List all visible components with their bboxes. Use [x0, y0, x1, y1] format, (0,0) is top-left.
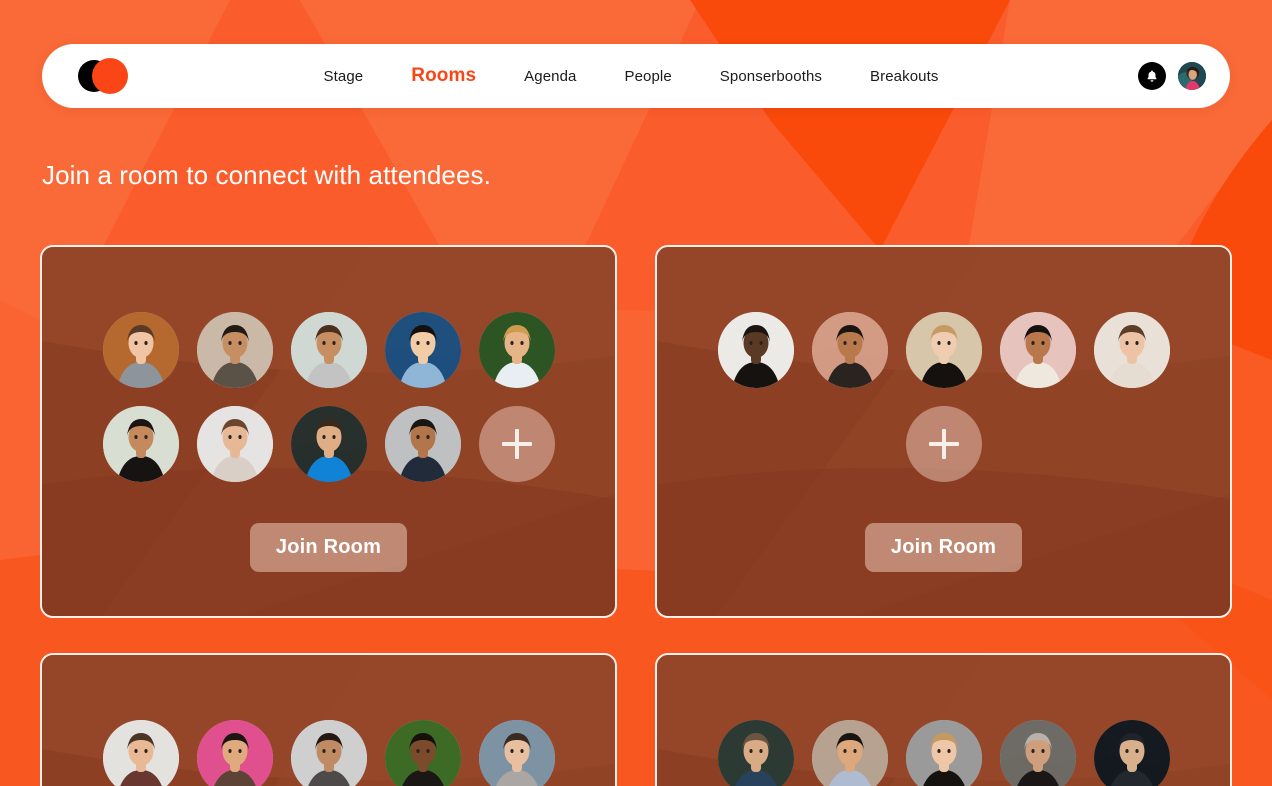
- nav-item-stage[interactable]: Stage: [324, 68, 364, 85]
- participant-avatar-man-glasses-railway-track[interactable]: [717, 720, 794, 786]
- nav-item-rooms[interactable]: Rooms: [411, 65, 476, 87]
- participant-avatar-woman-black-top-field[interactable]: [102, 406, 179, 482]
- participant-avatars: [657, 312, 1230, 482]
- participant-avatars: [42, 312, 615, 482]
- participant-avatar-woman-blonde-black-top[interactable]: [905, 312, 982, 388]
- participant-avatar-man-braids-green-foliage[interactable]: [384, 720, 461, 786]
- participant-avatar-woman-curly-hair-grey-cardigan[interactable]: [290, 312, 367, 388]
- room-card-content: Join Room: [657, 247, 1230, 572]
- join-room-button[interactable]: Join Room: [864, 523, 1023, 572]
- participant-avatar-man-cap-full-beard[interactable]: [811, 312, 888, 388]
- avatar-row: [717, 720, 1170, 786]
- participant-avatars: [657, 720, 1230, 786]
- room-card: Join Room: [40, 245, 617, 618]
- nav-item-sponserbooths[interactable]: Sponserbooths: [720, 68, 822, 85]
- participant-avatar-woman-blonde-grey-studio[interactable]: [905, 720, 982, 786]
- participant-avatar-woman-outdoors-greenery[interactable]: [478, 312, 555, 388]
- participant-avatar-man-glasses-plaid-shirt[interactable]: [196, 312, 273, 388]
- add-participant-icon[interactable]: [478, 406, 555, 482]
- bell-icon[interactable]: [1138, 62, 1166, 90]
- avatar-row: [905, 406, 982, 482]
- nav-item-people[interactable]: People: [624, 68, 671, 85]
- participant-avatar-person-cap-dark-neon-lights[interactable]: [1093, 720, 1170, 786]
- join-room-action: Join Room: [657, 523, 1230, 572]
- avatar-row: [102, 406, 555, 482]
- participant-avatar-man-profile-white-collar[interactable]: [999, 312, 1076, 388]
- avatar-row: [717, 312, 1170, 388]
- room-card-content: [42, 655, 615, 786]
- nav-right-actions: [1138, 62, 1206, 90]
- profile-avatar[interactable]: [1178, 62, 1206, 90]
- join-room-action: Join Room: [42, 523, 615, 572]
- room-card: [655, 653, 1232, 786]
- participant-avatar-man-bald-grey-backdrop[interactable]: [999, 720, 1076, 786]
- room-card: Join Room: [655, 245, 1232, 618]
- rooms-grid: Join Room Join Room: [40, 245, 1232, 786]
- participant-avatar-woman-long-brown-hair[interactable]: [196, 406, 273, 482]
- participant-avatar-woman-grey-blazer-office[interactable]: [102, 312, 179, 388]
- logo-orange-circle: [92, 58, 128, 94]
- participant-avatar-man-dark-hair-colorful-bg[interactable]: [196, 720, 273, 786]
- participant-avatar-man-glasses-black-tshirt[interactable]: [717, 312, 794, 388]
- plus-icon: [928, 429, 959, 459]
- participant-avatar-woman-city-buildings-bg[interactable]: [478, 720, 555, 786]
- participant-avatar-man-short-hair-white-tee[interactable]: [102, 720, 179, 786]
- top-navigation-bar: Stage Rooms Agenda People Sponserbooths …: [42, 44, 1230, 108]
- brand-logo-icon[interactable]: [70, 58, 134, 94]
- participant-avatar-man-beard-navy-sweater[interactable]: [384, 406, 461, 482]
- participant-avatar-man-blue-jacket-dark-bg[interactable]: [290, 406, 367, 482]
- plus-icon: [501, 429, 532, 459]
- participant-avatar-woman-long-dark-hair-grey[interactable]: [290, 720, 367, 786]
- nav-item-agenda[interactable]: Agenda: [524, 68, 576, 85]
- participant-avatar-man-smiling-blue-shirt[interactable]: [384, 312, 461, 388]
- nav-links: Stage Rooms Agenda People Sponserbooths …: [124, 65, 1138, 87]
- participant-avatar-man-bookshelf-background[interactable]: [811, 720, 888, 786]
- nav-item-breakouts[interactable]: Breakouts: [870, 68, 938, 85]
- add-participant-icon[interactable]: [905, 406, 982, 482]
- room-card-content: [657, 655, 1230, 786]
- page-title: Join a room to connect with attendees.: [42, 160, 491, 190]
- room-card: [40, 653, 617, 786]
- join-room-button[interactable]: Join Room: [249, 523, 408, 572]
- participant-avatar-woman-wavy-hair-cream-top[interactable]: [1093, 312, 1170, 388]
- avatar-row: [102, 312, 555, 388]
- avatar-row: [102, 720, 555, 786]
- participant-avatars: [42, 720, 615, 786]
- room-card-content: Join Room: [42, 247, 615, 572]
